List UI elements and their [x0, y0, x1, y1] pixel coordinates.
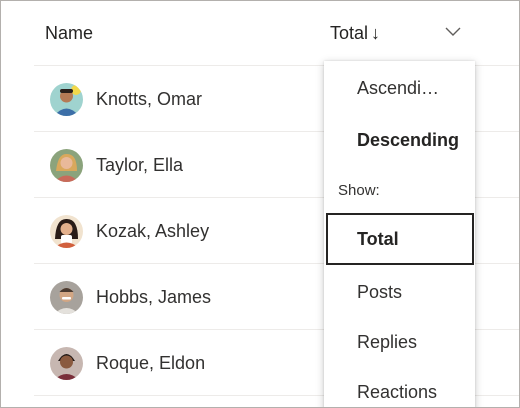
avatar	[50, 347, 83, 380]
leaderboard-panel: Name Total ↓ Knotts, Omar Taylor, Ella K…	[0, 0, 520, 408]
row-name: Taylor, Ella	[96, 155, 184, 175]
table-header: Name Total ↓	[1, 1, 519, 65]
avatar	[50, 83, 83, 116]
row-name: Knotts, Omar	[96, 89, 203, 109]
menu-item-ascending[interactable]: Ascendi…	[324, 78, 475, 99]
chevron-down-icon[interactable]	[442, 21, 464, 41]
avatar	[50, 215, 83, 248]
menu-section-show: Show:	[338, 182, 380, 199]
row-name: Roque, Eldon	[96, 353, 206, 373]
menu-item-reactions[interactable]: Reactions	[324, 382, 475, 403]
sort-menu: Ascendi… Descending Show: Total Posts Re…	[324, 61, 475, 407]
row-name: Kozak, Ashley	[96, 221, 210, 241]
menu-item-posts[interactable]: Posts	[324, 282, 475, 303]
column-header-total[interactable]: Total ↓	[330, 23, 380, 44]
sort-descending-icon: ↓	[371, 23, 381, 43]
menu-item-descending[interactable]: Descending	[324, 130, 475, 151]
avatar	[50, 149, 83, 182]
avatar	[50, 281, 83, 314]
menu-item-replies[interactable]: Replies	[324, 332, 475, 353]
row-name: Hobbs, James	[96, 287, 212, 307]
column-header-total-label: Total	[330, 23, 369, 43]
column-header-name[interactable]: Name	[45, 23, 93, 44]
menu-item-total[interactable]: Total	[326, 213, 474, 265]
